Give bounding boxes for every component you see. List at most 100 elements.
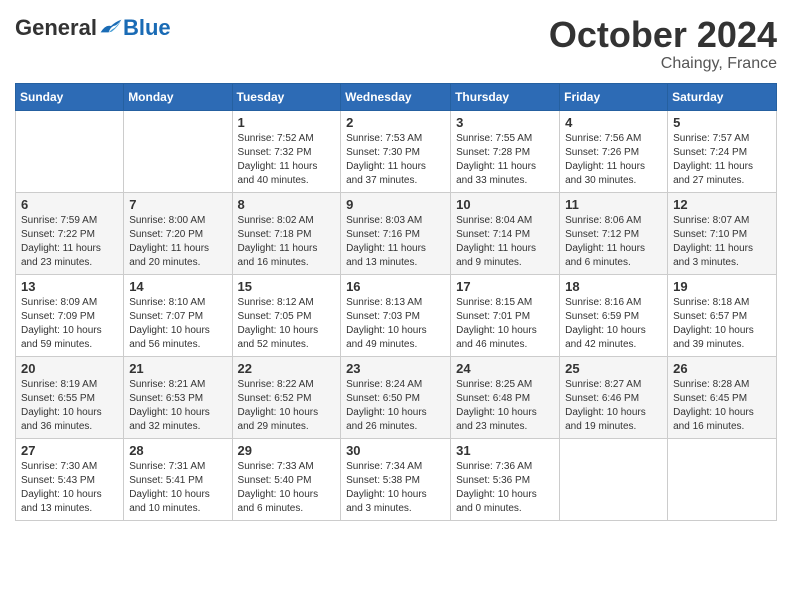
day-info: Sunrise: 7:57 AMSunset: 7:24 PMDaylight:… xyxy=(673,132,771,188)
day-number: 20 xyxy=(21,361,118,376)
logo-bird-icon xyxy=(99,18,123,38)
day-number: 12 xyxy=(673,197,771,212)
day-number: 10 xyxy=(456,197,554,212)
day-info: Sunrise: 8:28 AMSunset: 6:45 PMDaylight:… xyxy=(673,378,771,434)
day-number: 8 xyxy=(238,197,336,212)
day-info: Sunrise: 7:53 AMSunset: 7:30 PMDaylight:… xyxy=(346,132,445,188)
calendar-cell xyxy=(560,438,668,520)
calendar-cell: 28Sunrise: 7:31 AMSunset: 5:41 PMDayligh… xyxy=(124,438,232,520)
calendar-cell: 12 Sunrise: 8:07 AMSunset: 7:10 PMDayligh… xyxy=(668,192,777,274)
day-info: Sunrise: 7:56 AMSunset: 7:26 PMDaylight:… xyxy=(565,132,662,188)
day-number: 29 xyxy=(238,443,336,458)
calendar-cell: 9 Sunrise: 8:03 AMSunset: 7:16 PMDaylight… xyxy=(341,192,451,274)
day-info: Sunrise: 7:33 AMSunset: 5:40 PMDaylight:… xyxy=(238,460,336,516)
day-number: 15 xyxy=(238,279,336,294)
day-info: Sunrise: 8:12 AMSunset: 7:05 PMDaylight:… xyxy=(238,296,336,352)
day-number: 24 xyxy=(456,361,554,376)
day-number: 26 xyxy=(673,361,771,376)
day-info: Sunrise: 8:25 AMSunset: 6:48 PMDaylight:… xyxy=(456,378,554,434)
calendar-cell: 11 Sunrise: 8:06 AMSunset: 7:12 PMDayligh… xyxy=(560,192,668,274)
weekday-header-monday: Monday xyxy=(124,83,232,110)
logo-blue: Blue xyxy=(123,15,171,41)
calendar-cell: 6Sunrise: 7:59 AMSunset: 7:22 PMDaylight… xyxy=(16,192,124,274)
day-info: Sunrise: 8:07 AMSunset: 7:10 PMDaylight:… xyxy=(673,214,771,270)
calendar-cell: 27Sunrise: 7:30 AMSunset: 5:43 PMDayligh… xyxy=(16,438,124,520)
day-info: Sunrise: 8:13 AMSunset: 7:03 PMDaylight:… xyxy=(346,296,445,352)
day-info: Sunrise: 7:34 AMSunset: 5:38 PMDaylight:… xyxy=(346,460,445,516)
month-title: October 2024 xyxy=(549,15,777,55)
day-number: 18 xyxy=(565,279,662,294)
calendar-cell: 21Sunrise: 8:21 AMSunset: 6:53 PMDayligh… xyxy=(124,356,232,438)
week-row-1: 1 Sunrise: 7:52 AMSunset: 7:32 PMDaylight… xyxy=(16,110,777,192)
calendar-cell: 16 Sunrise: 8:13 AMSunset: 7:03 PMDayligh… xyxy=(341,274,451,356)
day-info: Sunrise: 8:10 AMSunset: 7:07 PMDaylight:… xyxy=(129,296,226,352)
day-number: 31 xyxy=(456,443,554,458)
calendar-cell: 22 Sunrise: 8:22 AMSunset: 6:52 PMDayligh… xyxy=(232,356,341,438)
day-info: Sunrise: 8:06 AMSunset: 7:12 PMDaylight:… xyxy=(565,214,662,270)
calendar-cell: 8 Sunrise: 8:02 AMSunset: 7:18 PMDaylight… xyxy=(232,192,341,274)
calendar-cell: 17 Sunrise: 8:15 AMSunset: 7:01 PMDayligh… xyxy=(451,274,560,356)
location: Chaingy, France xyxy=(549,55,777,73)
day-number: 16 xyxy=(346,279,445,294)
week-row-3: 13Sunrise: 8:09 AMSunset: 7:09 PMDayligh… xyxy=(16,274,777,356)
day-number: 25 xyxy=(565,361,662,376)
day-info: Sunrise: 8:21 AMSunset: 6:53 PMDaylight:… xyxy=(129,378,226,434)
day-number: 1 xyxy=(238,115,336,130)
day-number: 7 xyxy=(129,197,226,212)
day-number: 11 xyxy=(565,197,662,212)
calendar-cell: 5 Sunrise: 7:57 AMSunset: 7:24 PMDaylight… xyxy=(668,110,777,192)
day-number: 2 xyxy=(346,115,445,130)
day-number: 19 xyxy=(673,279,771,294)
calendar-cell xyxy=(124,110,232,192)
day-number: 22 xyxy=(238,361,336,376)
calendar-cell: 20 Sunrise: 8:19 AMSunset: 6:55 PMDayligh… xyxy=(16,356,124,438)
calendar-cell: 30 Sunrise: 7:34 AMSunset: 5:38 PMDayligh… xyxy=(341,438,451,520)
day-info: Sunrise: 7:52 AMSunset: 7:32 PMDaylight:… xyxy=(238,132,336,188)
day-number: 30 xyxy=(346,443,445,458)
calendar-cell: 2 Sunrise: 7:53 AMSunset: 7:30 PMDaylight… xyxy=(341,110,451,192)
day-info: Sunrise: 8:15 AMSunset: 7:01 PMDaylight:… xyxy=(456,296,554,352)
day-number: 28 xyxy=(129,443,226,458)
day-number: 9 xyxy=(346,197,445,212)
day-info: Sunrise: 8:19 AMSunset: 6:55 PMDaylight:… xyxy=(21,378,118,434)
calendar-cell: 7 Sunrise: 8:00 AMSunset: 7:20 PMDaylight… xyxy=(124,192,232,274)
day-info: Sunrise: 8:27 AMSunset: 6:46 PMDaylight:… xyxy=(565,378,662,434)
day-info: Sunrise: 7:36 AMSunset: 5:36 PMDaylight:… xyxy=(456,460,554,516)
calendar-cell xyxy=(16,110,124,192)
day-number: 6 xyxy=(21,197,118,212)
day-info: Sunrise: 8:00 AMSunset: 7:20 PMDaylight:… xyxy=(129,214,226,270)
day-info: Sunrise: 8:03 AMSunset: 7:16 PMDaylight:… xyxy=(346,214,445,270)
weekday-header-wednesday: Wednesday xyxy=(341,83,451,110)
calendar-cell: 29 Sunrise: 7:33 AMSunset: 5:40 PMDayligh… xyxy=(232,438,341,520)
day-info: Sunrise: 7:55 AMSunset: 7:28 PMDaylight:… xyxy=(456,132,554,188)
day-info: Sunrise: 8:04 AMSunset: 7:14 PMDaylight:… xyxy=(456,214,554,270)
calendar-cell: 4Sunrise: 7:56 AMSunset: 7:26 PMDaylight… xyxy=(560,110,668,192)
day-info: Sunrise: 8:16 AMSunset: 6:59 PMDaylight:… xyxy=(565,296,662,352)
calendar-cell: 26 Sunrise: 8:28 AMSunset: 6:45 PMDayligh… xyxy=(668,356,777,438)
calendar-cell: 13Sunrise: 8:09 AMSunset: 7:09 PMDayligh… xyxy=(16,274,124,356)
day-number: 5 xyxy=(673,115,771,130)
day-number: 17 xyxy=(456,279,554,294)
day-info: Sunrise: 8:24 AMSunset: 6:50 PMDaylight:… xyxy=(346,378,445,434)
calendar-cell: 18 Sunrise: 8:16 AMSunset: 6:59 PMDayligh… xyxy=(560,274,668,356)
week-row-2: 6Sunrise: 7:59 AMSunset: 7:22 PMDaylight… xyxy=(16,192,777,274)
page-header: General Blue October 2024 Chaingy, Franc… xyxy=(15,15,777,73)
day-info: Sunrise: 8:18 AMSunset: 6:57 PMDaylight:… xyxy=(673,296,771,352)
calendar-cell: 23 Sunrise: 8:24 AMSunset: 6:50 PMDayligh… xyxy=(341,356,451,438)
calendar-cell xyxy=(668,438,777,520)
calendar-cell: 31 Sunrise: 7:36 AMSunset: 5:36 PMDayligh… xyxy=(451,438,560,520)
calendar-cell: 19 Sunrise: 8:18 AMSunset: 6:57 PMDayligh… xyxy=(668,274,777,356)
day-info: Sunrise: 7:30 AMSunset: 5:43 PMDaylight:… xyxy=(21,460,118,516)
weekday-header-friday: Friday xyxy=(560,83,668,110)
weekday-header-saturday: Saturday xyxy=(668,83,777,110)
calendar-cell: 1 Sunrise: 7:52 AMSunset: 7:32 PMDaylight… xyxy=(232,110,341,192)
week-row-4: 20 Sunrise: 8:19 AMSunset: 6:55 PMDayligh… xyxy=(16,356,777,438)
calendar-cell: 14Sunrise: 8:10 AMSunset: 7:07 PMDayligh… xyxy=(124,274,232,356)
day-info: Sunrise: 8:22 AMSunset: 6:52 PMDaylight:… xyxy=(238,378,336,434)
day-info: Sunrise: 8:02 AMSunset: 7:18 PMDaylight:… xyxy=(238,214,336,270)
calendar-table: SundayMondayTuesdayWednesdayThursdayFrid… xyxy=(15,83,777,521)
day-number: 23 xyxy=(346,361,445,376)
week-row-5: 27Sunrise: 7:30 AMSunset: 5:43 PMDayligh… xyxy=(16,438,777,520)
weekday-header-tuesday: Tuesday xyxy=(232,83,341,110)
weekday-header-row: SundayMondayTuesdayWednesdayThursdayFrid… xyxy=(16,83,777,110)
